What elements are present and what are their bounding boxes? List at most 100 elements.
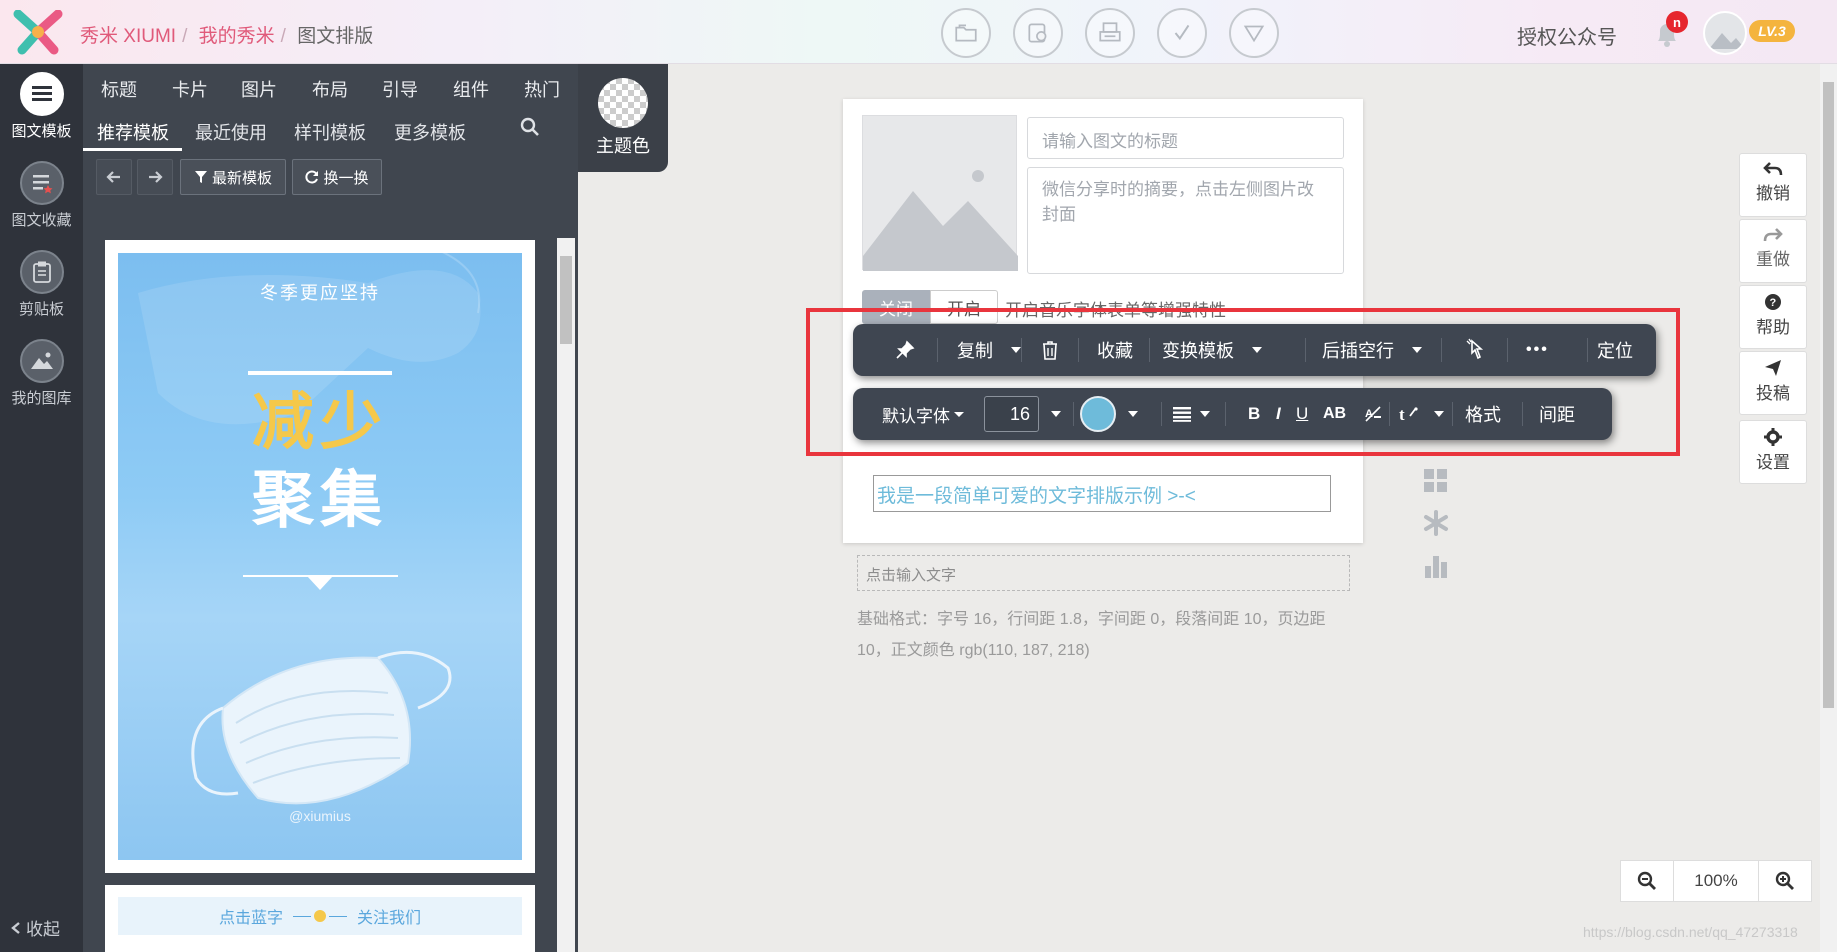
cover-image-placeholder[interactable] — [862, 115, 1018, 271]
theme-color-swatch — [598, 78, 648, 128]
breadcrumb-home[interactable]: 秀米 XIUMI — [80, 26, 176, 47]
publish-tool-button[interactable] — [1229, 8, 1279, 58]
rail-label: 图文收藏 — [11, 212, 72, 229]
latest-templates-label: 最新模板 — [211, 169, 272, 187]
print-tool-button[interactable] — [1085, 8, 1135, 58]
active-tab-underline — [83, 148, 182, 151]
zoom-out-icon — [1637, 871, 1656, 890]
favorite-list-icon — [19, 161, 64, 205]
rail-label: 我的图库 — [11, 390, 72, 407]
redo-label: 重做 — [1756, 250, 1790, 269]
authorize-account-link[interactable]: 授权公众号 — [1517, 21, 1617, 50]
theme-color-label: 主题色 — [596, 136, 650, 156]
rail-label: 剪贴板 — [18, 301, 64, 318]
theme-color-button[interactable]: 主题色 — [578, 64, 668, 172]
prev-button[interactable] — [96, 159, 132, 195]
bar-chart-icon[interactable] — [1422, 552, 1450, 580]
submit-button[interactable]: 投稿 — [1739, 351, 1807, 415]
poster-subtitle: 冬季更应坚持 — [260, 283, 380, 303]
category-layout[interactable]: 布局 — [312, 76, 348, 102]
asterisk-icon[interactable] — [1422, 509, 1450, 537]
collapse-button[interactable]: 收起 — [10, 915, 60, 940]
category-guide[interactable]: 引导 — [382, 76, 418, 102]
collapse-label: 收起 — [26, 920, 60, 939]
template-poster-image: 冬季更应坚持 减少 聚集 @xiumius — [118, 253, 522, 860]
category-hot[interactable]: 热门 — [524, 76, 560, 102]
sample-text-block[interactable]: 我是一段简单可爱的文字排版示例 >-< — [873, 475, 1331, 512]
triangle-down-icon — [1243, 25, 1265, 43]
check-icon — [1174, 24, 1190, 41]
follow-banner-divider — [293, 910, 347, 922]
rail-item-favorites[interactable]: 图文收藏 — [0, 161, 83, 230]
image-placeholder-icon — [863, 170, 1018, 271]
breadcrumb: 秀米 XIUMI / 我的秀米 / 图文排版 — [80, 26, 374, 47]
category-title[interactable]: 标题 — [101, 76, 137, 102]
latest-templates-button[interactable]: 最新模板 — [180, 159, 286, 195]
highlight-annotation-box — [806, 308, 1680, 456]
refresh-icon — [305, 170, 319, 184]
category-card[interactable]: 卡片 — [172, 76, 208, 102]
base-format-info: 基础格式：字号 16，行间距 1.8，字间距 0，段落间距 10，页边距 10，… — [857, 611, 1326, 659]
chevron-left-icon — [11, 921, 20, 934]
image-library-icon — [19, 339, 64, 383]
tab-recent[interactable]: 最近使用 — [195, 119, 267, 145]
notification-badge: n — [1666, 11, 1688, 33]
check-tool-button[interactable] — [1157, 8, 1207, 58]
category-component[interactable]: 组件 — [453, 76, 489, 102]
shuffle-label: 换一换 — [323, 169, 369, 187]
grid-icon[interactable] — [1422, 467, 1450, 495]
xiumi-logo-icon[interactable] — [12, 10, 64, 56]
library-scrollbar[interactable] — [557, 238, 575, 952]
next-button[interactable] — [137, 159, 173, 195]
filter-icon — [194, 171, 207, 183]
camera-tool-button[interactable] — [1013, 8, 1063, 58]
follow-banner-right: 关注我们 — [357, 910, 422, 927]
page-scrollbar-thumb[interactable] — [1823, 82, 1834, 708]
article-summary-input[interactable]: 微信分享时的摘要，点击左侧图片改封面 — [1027, 167, 1344, 274]
zoom-out-button[interactable] — [1620, 860, 1674, 902]
undo-label: 撤销 — [1756, 184, 1790, 203]
shuffle-button[interactable]: 换一换 — [292, 159, 382, 195]
level-badge: LV.3 — [1749, 20, 1795, 42]
tab-sample[interactable]: 样刊模板 — [294, 119, 366, 145]
help-button[interactable]: ? 帮助 — [1739, 285, 1807, 349]
rail-item-clipboard[interactable]: 剪贴板 — [0, 250, 83, 319]
svg-text:?: ? — [1770, 297, 1777, 309]
poster-line-2: 聚集 — [251, 466, 388, 535]
zoom-in-icon — [1775, 871, 1794, 890]
follow-banner: 点击蓝字 关注我们 — [118, 897, 522, 935]
submit-label: 投稿 — [1756, 384, 1790, 403]
breadcrumb-my-xiumi[interactable]: 我的秀米 — [199, 26, 275, 47]
help-label: 帮助 — [1756, 318, 1790, 337]
zoom-in-button[interactable] — [1758, 860, 1812, 902]
user-avatar[interactable] — [1703, 11, 1747, 55]
list-icon — [19, 72, 64, 116]
redo-icon — [1763, 228, 1783, 242]
library-scrollbar-thumb[interactable] — [560, 256, 572, 344]
rail-label: 图文模板 — [11, 123, 72, 140]
settings-button[interactable]: 设置 — [1739, 420, 1807, 484]
click-to-input-area[interactable]: 点击输入文字 — [857, 555, 1350, 591]
category-image[interactable]: 图片 — [241, 76, 277, 102]
print-icon — [1099, 22, 1121, 42]
poster-handle: @xiumius — [289, 808, 351, 824]
gear-icon — [1764, 428, 1782, 446]
redo-button[interactable]: 重做 — [1739, 219, 1807, 283]
folder-tool-button[interactable] — [941, 8, 991, 58]
zoom-level: 100% — [1673, 860, 1759, 902]
folder-icon — [955, 24, 977, 42]
undo-icon — [1763, 162, 1783, 176]
tab-recommended[interactable]: 推荐模板 — [97, 119, 169, 145]
paper-plane-icon — [1765, 360, 1781, 376]
settings-label: 设置 — [1756, 453, 1790, 472]
follow-banner-left: 点击蓝字 — [218, 910, 283, 927]
camera-icon — [1028, 23, 1047, 43]
rail-item-templates[interactable]: 图文模板 — [0, 72, 83, 141]
tab-more[interactable]: 更多模板 — [394, 119, 466, 145]
rail-item-gallery[interactable]: 我的图库 — [0, 339, 83, 408]
clipboard-icon — [19, 250, 64, 294]
undo-button[interactable]: 撤销 — [1739, 153, 1807, 217]
article-title-input[interactable]: 请输入图文的标题 — [1027, 117, 1344, 159]
search-icon[interactable] — [519, 116, 541, 138]
breadcrumb-current: 图文排版 — [297, 26, 374, 47]
